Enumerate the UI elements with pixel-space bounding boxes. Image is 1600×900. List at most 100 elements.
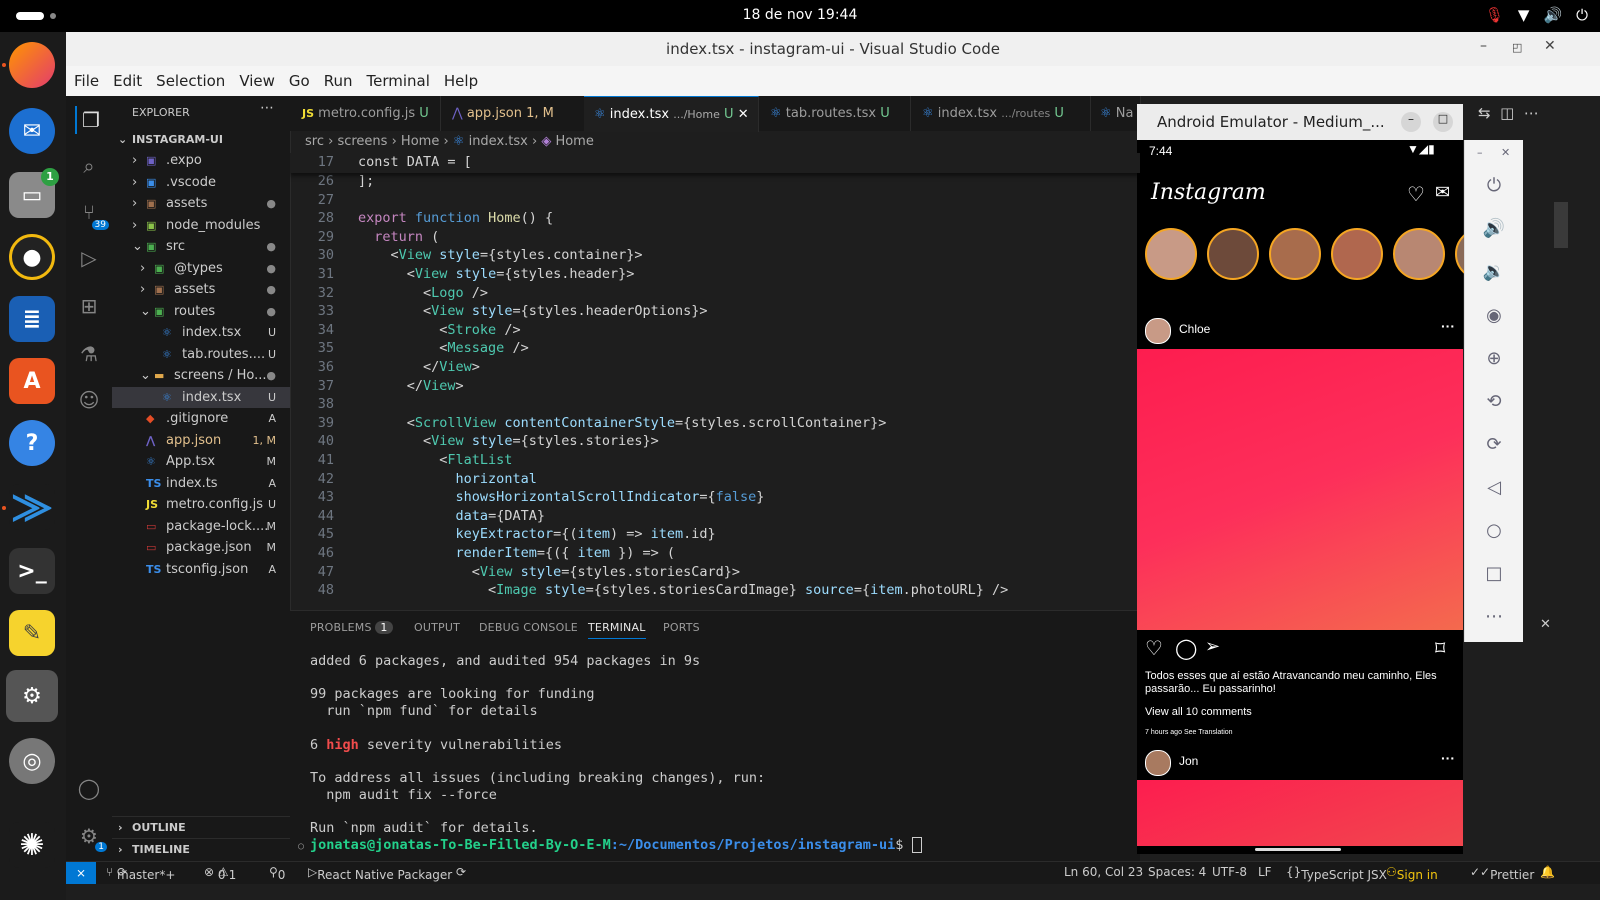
menu-terminal[interactable]: Terminal <box>359 66 436 96</box>
post-menu-icon[interactable]: ··· <box>1441 750 1455 766</box>
packager-status[interactable]: ▷ React Native Packager <box>308 865 452 882</box>
menu-edit[interactable]: Edit <box>105 66 148 96</box>
toolbar-close-icon[interactable]: ✕ <box>1501 146 1510 159</box>
post-username[interactable]: Chloe <box>1179 322 1210 336</box>
rotate-left-icon[interactable]: ⟲ <box>1481 388 1507 414</box>
code-editor[interactable]: 17 const DATA = [ 26]; 27 28 export functio… <box>290 153 1140 608</box>
zoom-icon[interactable]: ⊕ <box>1481 345 1507 371</box>
tree-item-index-ts[interactable]: TS index.ts A <box>112 473 290 494</box>
show-apps-icon[interactable]: ✺ <box>9 822 55 868</box>
post-image[interactable] <box>1137 349 1463 630</box>
home-gesture-bar[interactable] <box>1255 848 1341 851</box>
tree-item-expo[interactable]: › ▣ .expo <box>112 150 290 171</box>
tree-item-package-lock[interactable]: ▭ package-lock.... M <box>112 516 290 537</box>
tree-item-tsconfig[interactable]: TS tsconfig.json A <box>112 559 290 580</box>
more-icon[interactable]: ⋯ <box>1524 104 1539 122</box>
menu-run[interactable]: Run <box>316 66 359 96</box>
writer-icon[interactable]: ≣ <box>9 296 55 342</box>
panel-tab-debug-console[interactable]: DEBUG CONSOLE <box>479 621 578 634</box>
minimize-icon[interactable]: – <box>1480 38 1487 54</box>
tab-home-index[interactable]: ⚛ index.tsx .../Home U ✕ <box>584 96 759 132</box>
tab-metro-config[interactable]: JS metro.config.js U <box>290 96 441 131</box>
tree-item-package-json[interactable]: ▭ package.json M <box>112 537 290 558</box>
tab-na[interactable]: ⚛ Na <box>1090 96 1141 131</box>
layout-icon[interactable]: ◫ <box>1500 104 1514 122</box>
tree-item-routes-index[interactable]: ⚛ index.tsx U <box>112 322 290 343</box>
close-tab-icon[interactable]: ✕ <box>738 107 749 122</box>
branch-status[interactable]: ⑂ master*+ ⟳ <box>106 865 175 882</box>
maximize-icon[interactable]: ◰ <box>1512 41 1522 54</box>
thunderbird-icon[interactable]: ✉ <box>9 108 55 154</box>
power-button-icon[interactable]: ⏻ <box>1481 172 1507 198</box>
vscode-icon[interactable]: ⨠ <box>9 484 55 530</box>
menu-go[interactable]: Go <box>281 66 316 96</box>
tree-item-src[interactable]: ⌄ ▣ src ● <box>112 236 290 257</box>
tab-tab-routes[interactable]: ⚛ tab.routes.tsx U <box>758 96 911 131</box>
tab-routes-index[interactable]: ⚛ index.tsx .../routes U <box>910 96 1091 131</box>
share-icon[interactable]: ➢ <box>1205 636 1220 657</box>
problems-status[interactable]: ⊗ 0 ⚠ 1 <box>204 865 236 882</box>
notifications-icon[interactable]: 🔔 <box>1540 865 1555 879</box>
rotate-right-icon[interactable]: ⟳ <box>1481 431 1507 457</box>
disc-icon[interactable]: ◎ <box>9 738 55 784</box>
more-options-icon[interactable]: ⋯ <box>1481 603 1507 629</box>
settings-icon[interactable]: ⚙ <box>6 670 58 722</box>
panel-tab-output[interactable]: OUTPUT <box>414 621 460 634</box>
terminal-prompt-line[interactable]: ○ jonatas@jonatas-To-Be-Filled-By-O-E-M:… <box>298 836 922 856</box>
terminal-icon[interactable]: >_ <box>9 548 55 594</box>
line-ending[interactable]: LF <box>1258 865 1272 879</box>
system-clock[interactable]: 18 de nov 19:44 <box>0 7 1600 23</box>
cursor-position[interactable]: Ln 60, Col 23 <box>1064 865 1143 879</box>
menu-file[interactable]: File <box>66 66 105 96</box>
story-avatar[interactable] <box>1207 228 1259 280</box>
encoding[interactable]: UTF-8 <box>1212 865 1247 879</box>
phone-screen[interactable]: 7:44 ▼◢▮ Instagram ♡ ✉ Chloe ··· ♡ ◯ ➢ ⌑… <box>1137 140 1507 854</box>
menu-view[interactable]: View <box>231 66 281 96</box>
back-icon[interactable]: ◁ <box>1481 474 1507 500</box>
tree-item-app-tsx[interactable]: ⚛ App.tsx M <box>112 451 290 472</box>
tree-item-assets[interactable]: › ▣ assets ● <box>112 193 290 214</box>
rhythmbox-icon[interactable]: ● <box>9 234 55 280</box>
tree-item-gitignore[interactable]: ◆ .gitignore A <box>112 408 290 429</box>
emulator-minimize-icon[interactable]: – <box>1401 112 1421 132</box>
crumb-symbol[interactable]: Home <box>555 134 593 149</box>
firefox-icon[interactable] <box>9 42 55 88</box>
crumb-file[interactable]: index.tsx <box>469 134 528 149</box>
overview-icon[interactable]: □ <box>1481 560 1507 586</box>
tree-item-node-modules[interactable]: › ▣ node_modules <box>112 215 290 236</box>
post-avatar[interactable] <box>1145 318 1171 344</box>
split-editor-icon[interactable]: ⇆ <box>1478 104 1491 122</box>
tree-item-tab-routes[interactable]: ⚛ tab.routes.... U <box>112 344 290 365</box>
outline-section[interactable]: › OUTLINE <box>112 816 290 838</box>
explorer-icon[interactable]: ❐ <box>75 106 105 134</box>
tree-item-home-index[interactable]: ⚛ index.tsx U <box>112 387 290 408</box>
sync-icon[interactable]: ⟳ <box>456 865 466 879</box>
account-icon[interactable]: ◯ <box>75 774 103 802</box>
story-avatar[interactable] <box>1269 228 1321 280</box>
extensions-icon[interactable]: ⊞ <box>75 292 103 320</box>
story-avatar[interactable] <box>1331 228 1383 280</box>
emulator-maximize-icon[interactable]: □ <box>1433 112 1453 132</box>
text-editor-icon[interactable]: ✎ <box>9 610 55 656</box>
app-center-icon[interactable]: A <box>9 358 55 404</box>
timeline-section[interactable]: › TIMELINE <box>112 838 290 860</box>
volume-up-icon[interactable]: 🔊 <box>1481 215 1507 241</box>
post-image[interactable] <box>1137 780 1463 846</box>
crumb-home[interactable]: Home <box>401 134 439 149</box>
view-comments-link[interactable]: View all 10 comments <box>1145 706 1252 718</box>
volume-down-icon[interactable]: 🔉 <box>1481 258 1507 284</box>
files-icon[interactable]: ▭ 1 <box>9 168 59 218</box>
bookmark-icon[interactable]: ⌑ <box>1435 636 1445 661</box>
sign-in[interactable]: ⚇ Sign in <box>1386 865 1438 882</box>
tree-item-app-json[interactable]: ⋀ app.json 1, M <box>112 430 290 451</box>
story-avatar[interactable] <box>1145 228 1197 280</box>
menu-selection[interactable]: Selection <box>148 66 231 96</box>
explorer-root[interactable]: ⌄ INSTAGRAM-UI <box>112 129 290 150</box>
crumb-src[interactable]: src <box>305 134 324 149</box>
crumb-screens[interactable]: screens <box>337 134 387 149</box>
tree-item-vscode[interactable]: › ▣ .vscode <box>112 172 290 193</box>
post-menu-icon[interactable]: ··· <box>1441 318 1455 334</box>
tree-item-screens-home[interactable]: ⌄ ▬ screens / Ho... ● <box>112 365 290 386</box>
editor-actions[interactable]: ⇆ ◫ ⋯ <box>1478 104 1539 122</box>
post-avatar[interactable] <box>1145 750 1171 776</box>
